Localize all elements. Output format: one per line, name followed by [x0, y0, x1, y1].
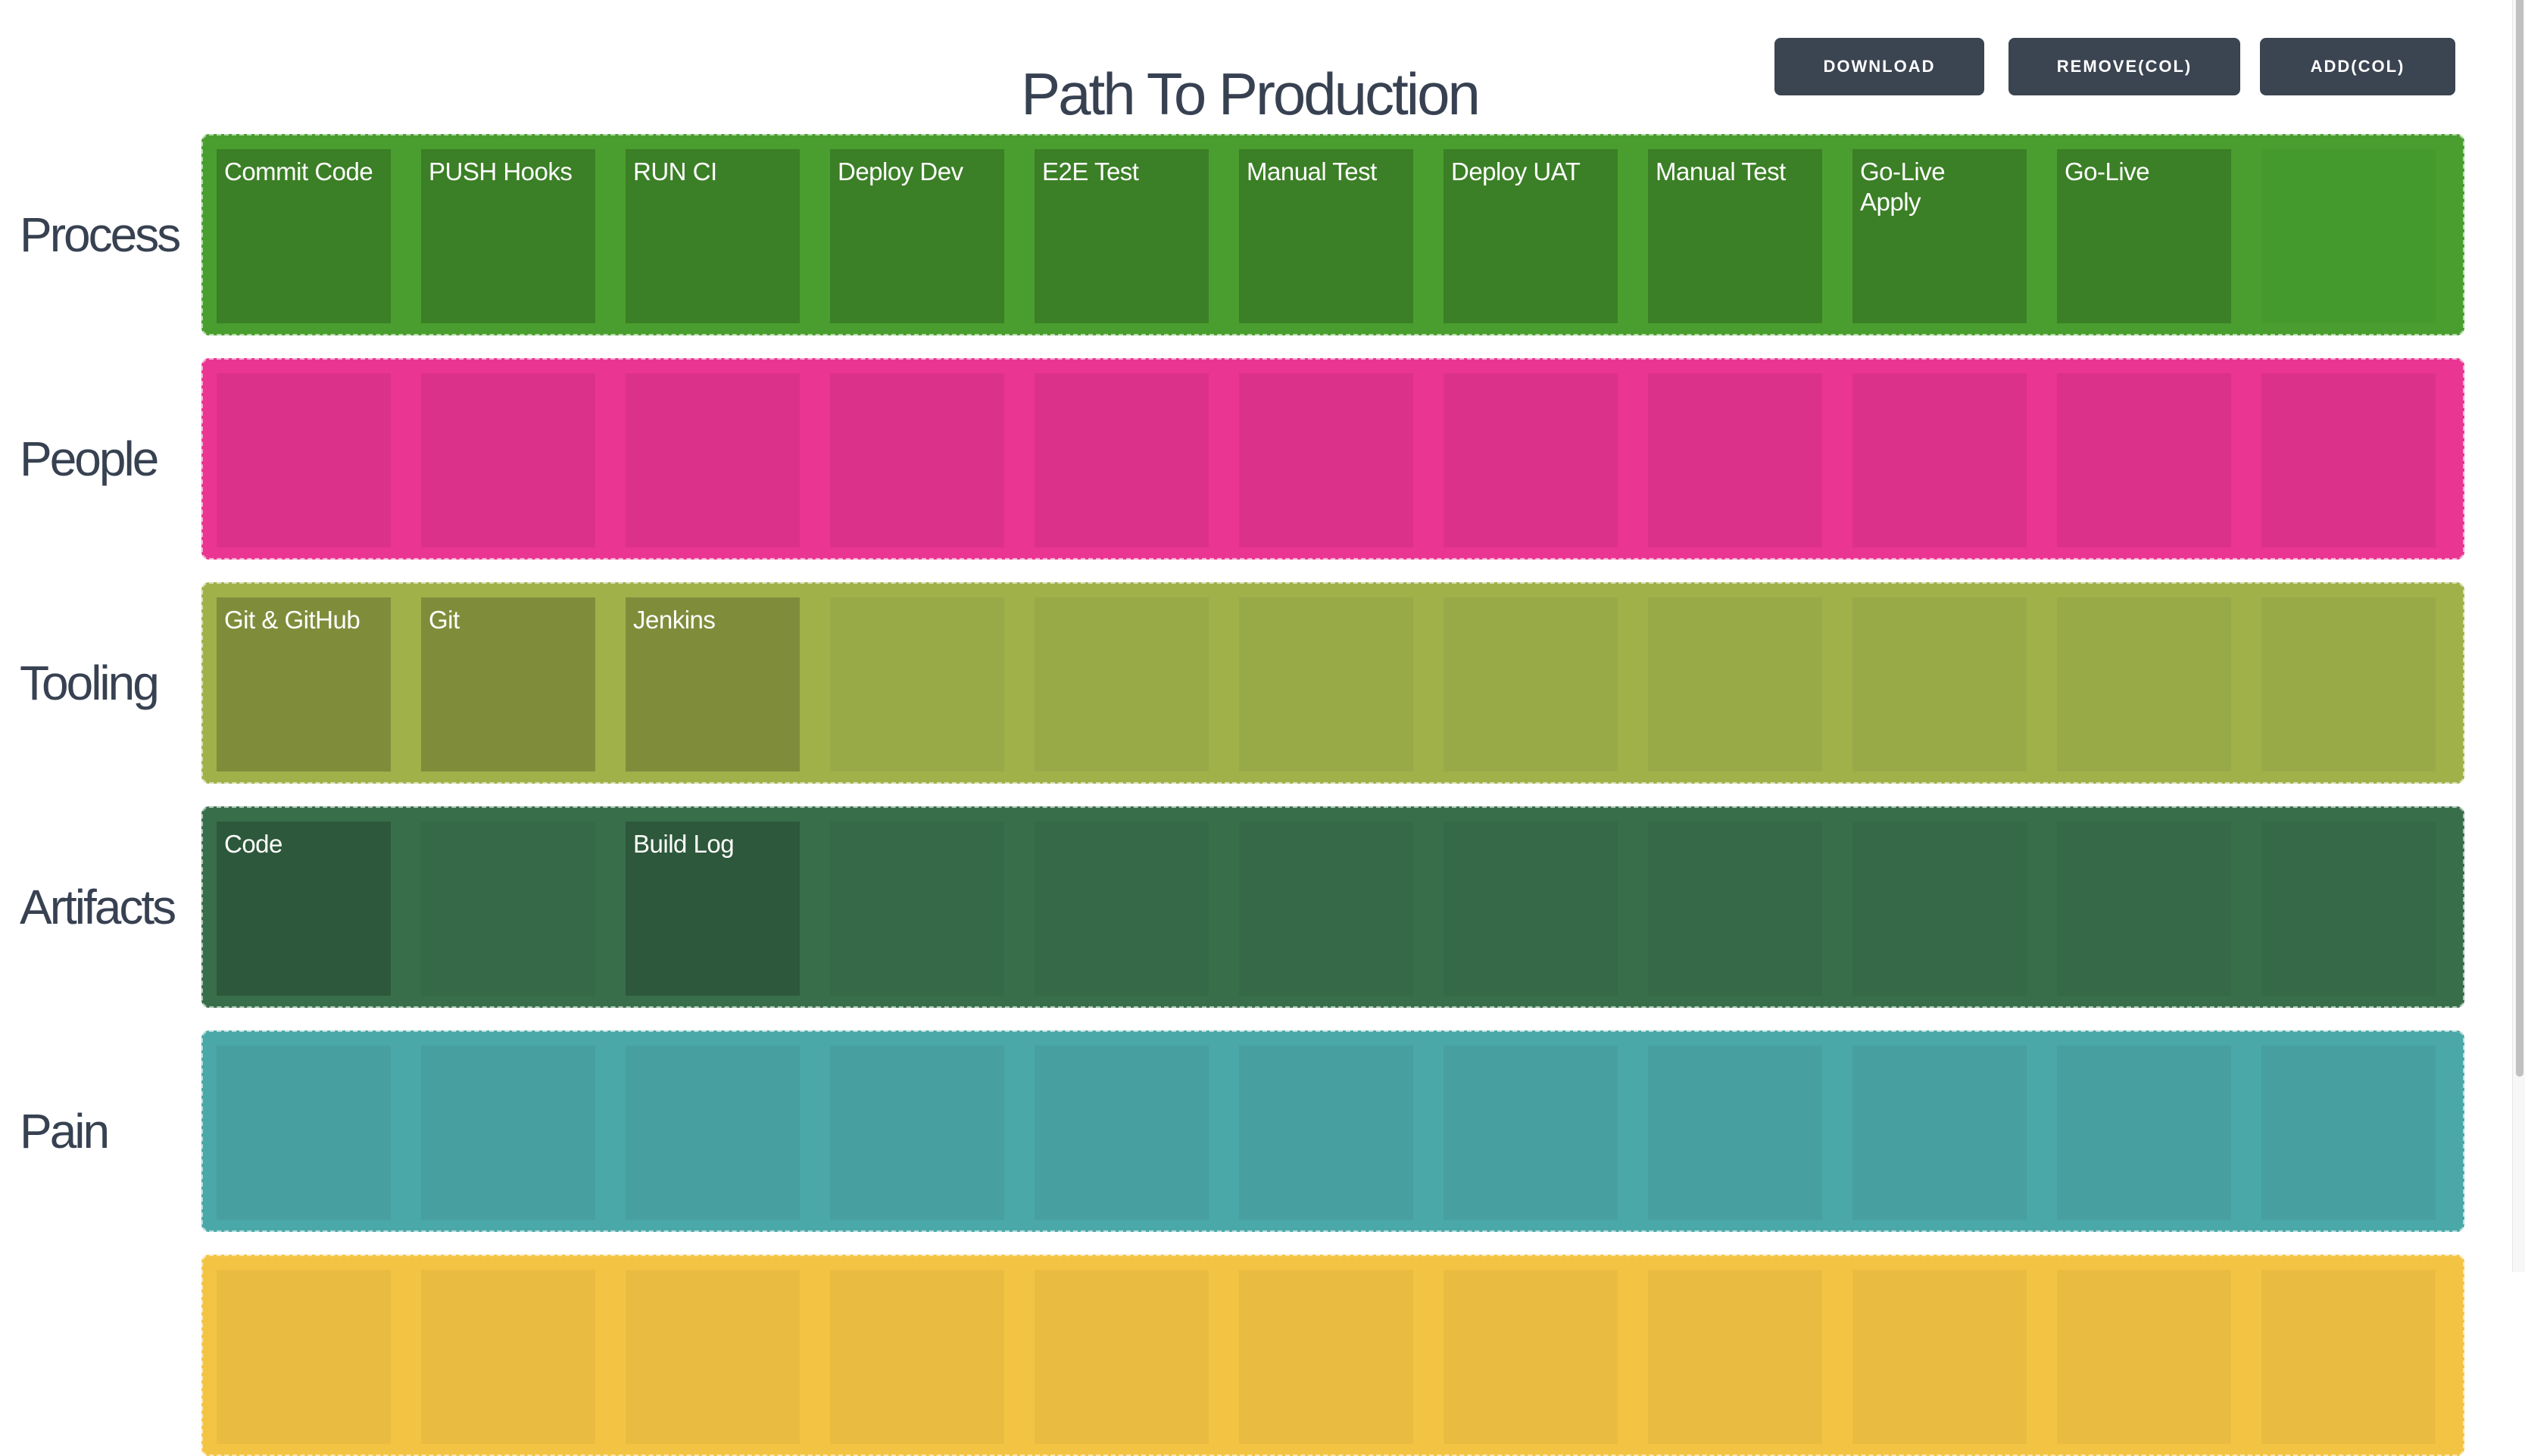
- row-cards: [217, 1270, 2463, 1444]
- row-label-people: People: [20, 432, 159, 486]
- empty-card[interactable]: [830, 373, 1004, 547]
- card[interactable]: Manual Test: [1648, 149, 1822, 323]
- empty-card[interactable]: [1239, 373, 1413, 547]
- empty-card[interactable]: [1035, 597, 1209, 772]
- empty-card[interactable]: [217, 373, 391, 547]
- empty-card[interactable]: [1852, 597, 2027, 772]
- empty-card[interactable]: [2261, 373, 2436, 547]
- row-label-artifacts: Artifacts: [20, 880, 176, 934]
- card[interactable]: Jenkins: [626, 597, 800, 772]
- empty-card[interactable]: [626, 1270, 800, 1444]
- card[interactable]: Deploy UAT: [1444, 149, 1618, 323]
- empty-card[interactable]: [217, 1046, 391, 1220]
- row-label-process: Process: [20, 207, 181, 262]
- empty-card[interactable]: [1852, 373, 2027, 547]
- card[interactable]: Code: [217, 822, 391, 996]
- empty-card[interactable]: [1239, 1046, 1413, 1220]
- empty-card[interactable]: [1444, 1046, 1618, 1220]
- empty-card[interactable]: [1035, 1270, 1209, 1444]
- empty-card[interactable]: [421, 373, 595, 547]
- row-cards: Code Build Log: [217, 822, 2463, 996]
- card[interactable]: Deploy Dev: [830, 149, 1004, 323]
- empty-card[interactable]: [1648, 597, 1822, 772]
- empty-card[interactable]: [1239, 597, 1413, 772]
- empty-card[interactable]: [2261, 149, 2436, 323]
- empty-card[interactable]: [2261, 822, 2436, 996]
- empty-card[interactable]: [2057, 1270, 2231, 1444]
- empty-card[interactable]: [1648, 373, 1822, 547]
- empty-card[interactable]: [1035, 373, 1209, 547]
- empty-card[interactable]: [2261, 1046, 2436, 1220]
- empty-card[interactable]: [1444, 373, 1618, 547]
- empty-card[interactable]: [626, 373, 800, 547]
- empty-card[interactable]: [2057, 822, 2231, 996]
- card[interactable]: Manual Test: [1239, 149, 1413, 323]
- empty-card[interactable]: [1035, 1046, 1209, 1220]
- row-cards: Commit Code PUSH Hooks RUN CI Deploy Dev E2E…: [217, 149, 2463, 323]
- empty-card[interactable]: [2261, 1270, 2436, 1444]
- empty-card[interactable]: [830, 597, 1004, 772]
- empty-card[interactable]: [1852, 1270, 2027, 1444]
- card[interactable]: PUSH Hooks: [421, 149, 595, 323]
- card[interactable]: Git & GitHub: [217, 597, 391, 772]
- empty-card[interactable]: [421, 1270, 595, 1444]
- row-artifacts: Code Build Log: [201, 806, 2464, 1008]
- empty-card[interactable]: [2057, 597, 2231, 772]
- empty-card[interactable]: [1852, 1046, 2027, 1220]
- row-unnamed: [201, 1255, 2464, 1456]
- row-people: [201, 358, 2464, 560]
- row-tooling: Git & GitHub Git Jenkins: [201, 582, 2464, 784]
- empty-card[interactable]: [830, 822, 1004, 996]
- empty-card[interactable]: [1648, 1270, 1822, 1444]
- empty-card[interactable]: [217, 1270, 391, 1444]
- row-label-pain: Pain: [20, 1104, 110, 1158]
- vertical-scrollbar[interactable]: [2512, 0, 2525, 1272]
- empty-card[interactable]: [626, 1046, 800, 1220]
- empty-card[interactable]: [2057, 373, 2231, 547]
- row-process: Commit Code PUSH Hooks RUN CI Deploy Dev E2E…: [201, 134, 2464, 335]
- row-cards: [217, 1046, 2463, 1220]
- card[interactable]: Build Log: [626, 822, 800, 996]
- empty-card[interactable]: [1444, 822, 1618, 996]
- empty-card[interactable]: [1239, 1270, 1413, 1444]
- empty-card[interactable]: [1239, 822, 1413, 996]
- remove-column-button[interactable]: REMOVE(COL): [2008, 38, 2240, 95]
- scrollbar-thumb[interactable]: [2516, 0, 2523, 1077]
- card[interactable]: Go-Live Apply: [1852, 149, 2027, 323]
- card[interactable]: Git: [421, 597, 595, 772]
- empty-card[interactable]: [2057, 1046, 2231, 1220]
- add-column-button[interactable]: ADD(COL): [2260, 38, 2455, 95]
- card[interactable]: E2E Test: [1035, 149, 1209, 323]
- download-button[interactable]: DOWNLOAD: [1774, 38, 1984, 95]
- card[interactable]: Go-Live: [2057, 149, 2231, 323]
- empty-card[interactable]: [421, 822, 595, 996]
- card[interactable]: RUN CI: [626, 149, 800, 323]
- empty-card[interactable]: [1648, 1046, 1822, 1220]
- row-cards: [217, 373, 2463, 547]
- row-cards: Git & GitHub Git Jenkins: [217, 597, 2463, 772]
- empty-card[interactable]: [1444, 1270, 1618, 1444]
- empty-card[interactable]: [1852, 822, 2027, 996]
- row-label-tooling: Tooling: [20, 656, 160, 710]
- row-pain: [201, 1030, 2464, 1232]
- empty-card[interactable]: [1648, 822, 1822, 996]
- empty-card[interactable]: [830, 1046, 1004, 1220]
- empty-card[interactable]: [830, 1270, 1004, 1444]
- empty-card[interactable]: [421, 1046, 595, 1220]
- card[interactable]: Commit Code: [217, 149, 391, 323]
- empty-card[interactable]: [1444, 597, 1618, 772]
- empty-card[interactable]: [2261, 597, 2436, 772]
- empty-card[interactable]: [1035, 822, 1209, 996]
